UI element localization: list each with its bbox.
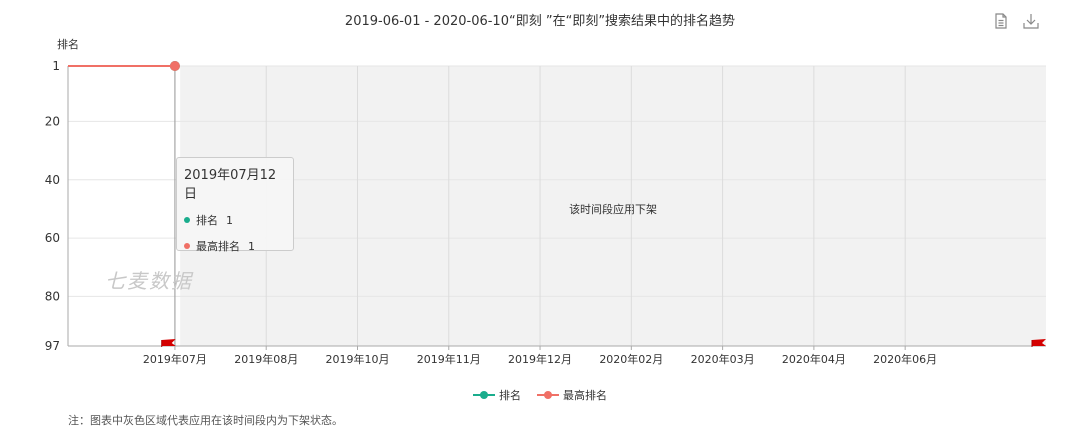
x-tick-label: 2020年02月 bbox=[599, 352, 663, 366]
tooltip-date: 2019年07月12日 bbox=[184, 168, 277, 202]
y-tick-label: 60 bbox=[45, 231, 60, 245]
chart-legend: 排名 最高排名 bbox=[0, 387, 1080, 403]
legend-item-rank[interactable]: 排名 bbox=[473, 387, 521, 403]
tooltip-rank-label: 排名 bbox=[196, 214, 218, 227]
x-tick-label: 2019年07月 bbox=[143, 352, 207, 366]
ranking-trend-chart: 2019-06-01 - 2020-06-10“即刻 ”在“即刻”搜索结果中的排… bbox=[0, 0, 1080, 439]
x-tick-label: 2019年12月 bbox=[508, 352, 572, 366]
flag-marker-icon bbox=[161, 339, 176, 347]
best-rank-legend-icon bbox=[537, 391, 559, 399]
data-tooltip: 2019年07月12日 排名 1 最高排名 1 bbox=[176, 157, 294, 254]
flag-shape bbox=[161, 339, 176, 346]
legend-item-best-rank[interactable]: 最高排名 bbox=[537, 387, 607, 403]
x-tick-label: 2019年11月 bbox=[417, 352, 481, 366]
y-tick-label: 97 bbox=[45, 339, 60, 353]
series-point bbox=[169, 61, 180, 71]
y-tick-label: 80 bbox=[45, 289, 60, 303]
x-tick-label: 2019年10月 bbox=[325, 352, 389, 366]
rank-dot-icon bbox=[184, 217, 190, 223]
plot-area: 该时间段应用下架 1 20 40 60 80 97 2019年07月 2019年08月 2019… bbox=[45, 37, 1047, 366]
y-tick-label: 20 bbox=[45, 114, 60, 128]
y-axis-label: 排名 bbox=[57, 37, 79, 51]
tooltip-row-rank: 排名 1 bbox=[184, 212, 286, 228]
x-tick-label: 2020年03月 bbox=[691, 352, 755, 366]
watermark-text: 七麦数据 bbox=[105, 269, 193, 293]
chart-note: 注：图表中灰色区域代表应用在该时间段内为下架状态。 bbox=[68, 414, 343, 427]
x-tick-label: 2020年04月 bbox=[782, 352, 846, 366]
tooltip-best-value: 1 bbox=[248, 239, 255, 253]
y-tick-label: 40 bbox=[45, 173, 60, 187]
x-tick-label: 2020年06月 bbox=[873, 352, 937, 366]
x-tick-label: 2019年08月 bbox=[234, 352, 298, 366]
best-rank-dot-icon bbox=[184, 243, 190, 249]
tooltip-best-label: 最高排名 bbox=[196, 240, 240, 253]
tooltip-row-best: 最高排名 1 bbox=[184, 238, 286, 254]
tooltip-rank-value: 1 bbox=[226, 213, 233, 227]
legend-label-best-rank: 最高排名 bbox=[563, 389, 607, 402]
delisted-label: 该时间段应用下架 bbox=[569, 202, 657, 216]
rank-legend-icon bbox=[473, 391, 495, 399]
legend-label-rank: 排名 bbox=[499, 389, 521, 402]
y-tick-label: 1 bbox=[52, 59, 60, 73]
